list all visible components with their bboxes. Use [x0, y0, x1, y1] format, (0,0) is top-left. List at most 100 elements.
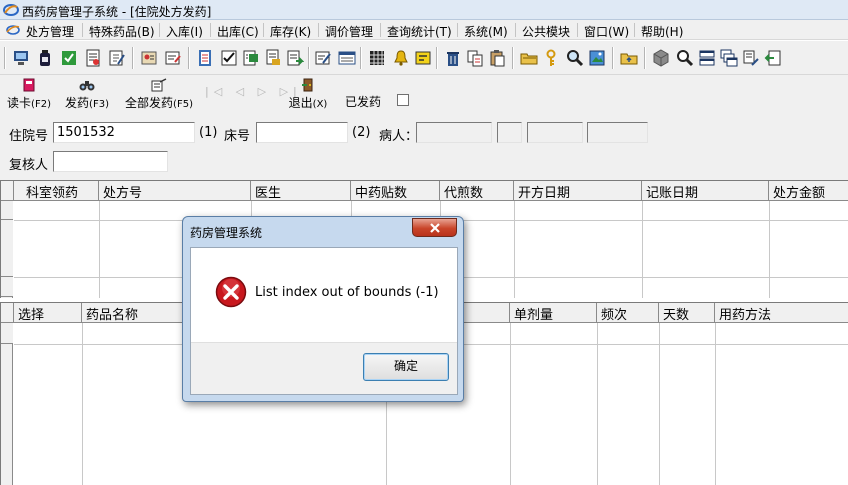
error-dialog: 药房管理系统 List index out of bounds (-1) 确定: [182, 216, 464, 402]
col-prescription-no[interactable]: 处方号: [99, 181, 251, 201]
reviewer-input[interactable]: [53, 151, 168, 172]
col-prescribe-date[interactable]: 开方日期: [514, 181, 642, 201]
menu-help[interactable]: 帮助(H): [641, 23, 683, 40]
col-usage-method[interactable]: 用药方法: [715, 303, 848, 323]
col-frequency[interactable]: 频次: [597, 303, 659, 323]
search-icon[interactable]: [676, 49, 694, 67]
dialog-close-button[interactable]: [412, 218, 457, 237]
exit-button[interactable]: 退出(X): [284, 78, 332, 111]
edit-form-icon[interactable]: [164, 49, 182, 67]
col-single-dose[interactable]: 单剂量: [510, 303, 597, 323]
icon-toolbar: [0, 41, 848, 75]
menu-stock-in[interactable]: 入库(I): [166, 23, 203, 40]
patient-age-field: [527, 122, 583, 143]
menu-bar: 处方管理 特殊药品(B) 入库(I) 出库(C) 库存(K) 调价管理 查询统计…: [0, 20, 848, 40]
tile-horizontal-icon[interactable]: [698, 49, 716, 67]
menu-special-drugs[interactable]: 特殊药品(B): [89, 23, 155, 40]
arrange-icons-icon[interactable]: [742, 49, 760, 67]
cube-icon[interactable]: [652, 49, 670, 67]
pen-document-icon[interactable]: [108, 49, 126, 67]
menu-query-stats[interactable]: 查询统计(T): [387, 23, 452, 40]
report-icon[interactable]: [242, 49, 260, 67]
inpatient-no-input[interactable]: 1501532: [53, 122, 195, 143]
print-preview-icon[interactable]: [264, 49, 282, 67]
col-dept-pickup[interactable]: 科室领药: [14, 181, 99, 201]
trash-icon[interactable]: [444, 49, 462, 67]
user-card-icon[interactable]: [140, 49, 158, 67]
bell-icon[interactable]: [392, 49, 410, 67]
app-logo-icon: [3, 4, 19, 16]
read-card-button[interactable]: 读卡(F2): [4, 78, 54, 111]
bed-no-label: 床号: [224, 129, 251, 144]
picture-icon[interactable]: [588, 49, 606, 67]
document-icon[interactable]: [84, 49, 102, 67]
computer-icon[interactable]: [12, 49, 30, 67]
row-indicator-cell: [1, 220, 13, 277]
mdi-child-icon[interactable]: [6, 23, 20, 37]
grid-col-line: [642, 201, 643, 298]
export-icon[interactable]: [286, 49, 304, 67]
menu-prescription[interactable]: 处方管理: [26, 23, 74, 40]
copy-icon[interactable]: [466, 49, 484, 67]
key-icon[interactable]: [542, 49, 560, 67]
col-days[interactable]: 天数: [659, 303, 715, 323]
menu-separator: [515, 23, 516, 37]
folder-up-icon[interactable]: [620, 49, 638, 67]
field-marker-1: (1): [199, 125, 218, 140]
exit-label: 退出: [288, 96, 313, 110]
dispense-all-button[interactable]: 全部发药(F5): [121, 78, 197, 111]
grid-col-line: [659, 323, 660, 485]
dispense-all-shortcut: (F5): [173, 99, 193, 110]
close-window-icon[interactable]: [764, 49, 782, 67]
menu-system[interactable]: 系统(M): [464, 23, 508, 40]
menu-stock-out[interactable]: 出库(C): [217, 23, 259, 40]
grid-col-line: [99, 201, 100, 298]
col-doctor[interactable]: 医生: [251, 181, 351, 201]
col-select[interactable]: 选择: [14, 303, 82, 323]
toolbar-separator: [4, 47, 6, 69]
inpatient-no-label: 住院号: [9, 129, 49, 144]
col-tcm-doses[interactable]: 中药贴数: [351, 181, 440, 201]
checkbox-icon[interactable]: [60, 49, 78, 67]
folder-open-icon[interactable]: [520, 49, 538, 67]
bed-no-input[interactable]: [256, 122, 348, 143]
col-billing-date[interactable]: 记账日期: [642, 181, 769, 201]
grid-col-line: [510, 323, 511, 485]
dispense-button[interactable]: 发药(F3): [61, 78, 113, 111]
dialog-title: 药房管理系统: [190, 226, 263, 240]
patient-sex-field: [497, 122, 522, 143]
prescription-grid-header: 科室领药 处方号 医生 中药贴数 代煎数 开方日期 记账日期 处方金额: [1, 181, 848, 201]
title-bar: 西药房管理子系统 - [住院处方发药]: [0, 0, 848, 20]
magnifier-icon[interactable]: [566, 49, 584, 67]
error-icon: [215, 276, 247, 308]
menu-public-modules[interactable]: 公共模块: [522, 23, 570, 40]
menu-separator: [634, 23, 635, 37]
window-list-icon[interactable]: [338, 49, 356, 67]
menu-separator: [82, 23, 83, 37]
read-card-shortcut: (F2): [31, 99, 51, 110]
ledger-icon[interactable]: [196, 49, 214, 67]
patient-label: 病人：: [379, 129, 419, 144]
ok-button[interactable]: 确定: [363, 353, 449, 381]
col-prescription-amount[interactable]: 处方金额: [769, 181, 848, 201]
col-decoction-count[interactable]: 代煎数: [440, 181, 514, 201]
toolbar-separator: [132, 47, 134, 69]
binoculars-icon: [79, 81, 95, 91]
checklist-icon[interactable]: [220, 49, 238, 67]
dispense-all-icon: [151, 78, 167, 92]
dispensed-checkbox[interactable]: [397, 94, 409, 106]
medicine-bottle-icon[interactable]: [36, 49, 54, 67]
grid-icon[interactable]: [368, 49, 386, 67]
edit-icon[interactable]: [314, 49, 332, 67]
read-card-label: 读卡: [7, 96, 32, 110]
paste-icon[interactable]: [488, 49, 506, 67]
grid-col-line: [715, 323, 716, 485]
grid-col-line: [597, 323, 598, 485]
cascade-windows-icon[interactable]: [720, 49, 738, 67]
tag-icon[interactable]: [414, 49, 432, 67]
dispense-all-label: 全部发药: [125, 96, 174, 110]
menu-inventory[interactable]: 库存(K): [270, 23, 311, 40]
menu-price-adjust[interactable]: 调价管理: [325, 23, 373, 40]
menu-window[interactable]: 窗口(W): [584, 23, 629, 40]
menu-separator: [318, 23, 319, 37]
